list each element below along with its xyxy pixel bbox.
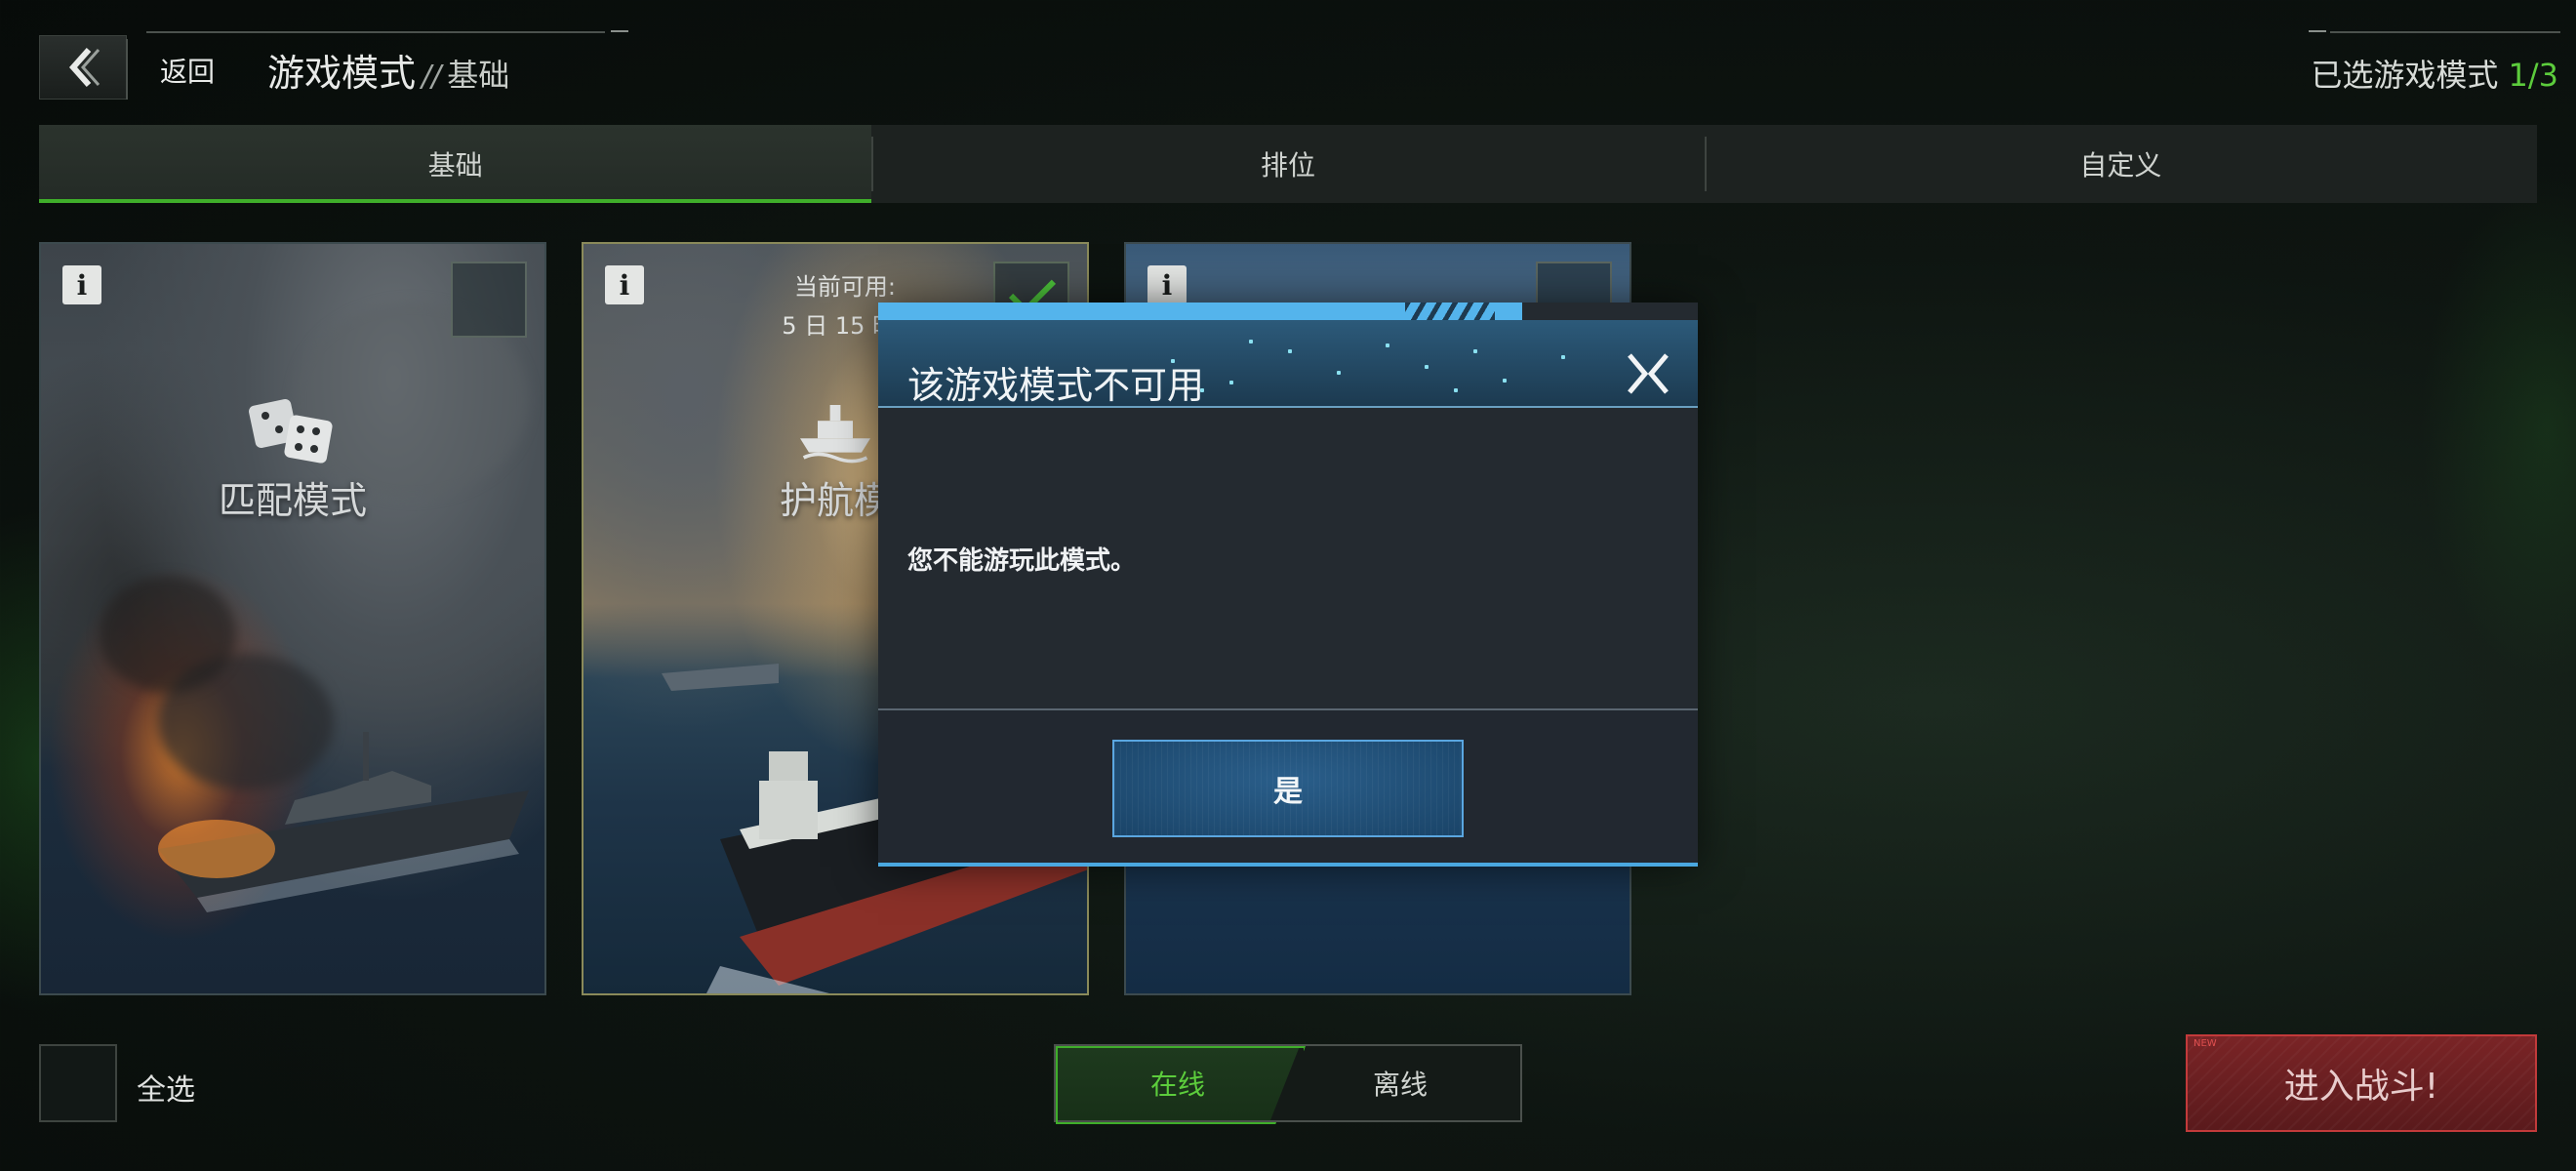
back-button[interactable] <box>39 35 127 100</box>
header-decor-tick <box>611 30 628 32</box>
dice-icon <box>249 399 333 464</box>
header-decor-line-right <box>2330 31 2560 33</box>
confirm-label: 是 <box>1273 775 1303 809</box>
tab-ranked[interactable]: 排位 <box>871 125 1704 203</box>
mode-checkbox[interactable] <box>451 262 527 338</box>
selected-modes-counter: 已选游戏模式 1/3 <box>2311 51 2558 96</box>
close-icon[interactable] <box>1624 349 1672 398</box>
warship-icon <box>800 405 870 464</box>
title-separator: // <box>422 60 442 94</box>
header-decor-line <box>146 31 605 33</box>
selected-modes-count: 1/3 <box>2508 57 2559 94</box>
offline-option[interactable]: 离线 <box>1280 1046 1520 1120</box>
info-icon[interactable]: i <box>605 265 644 304</box>
page-title-main: 游戏模式 <box>267 52 417 95</box>
enter-battle-button[interactable]: NEW 进入战斗! <box>2186 1034 2537 1132</box>
dialog-header: 该游戏模式不可用 <box>878 320 1698 408</box>
mode-tabs: 基础 排位 自定义 <box>39 125 2537 203</box>
info-icon[interactable]: i <box>1147 265 1187 304</box>
tab-basic[interactable]: 基础 <box>39 125 872 203</box>
back-divider <box>126 39 128 100</box>
enter-battle-label: 进入战斗! <box>2283 1067 2439 1107</box>
chevron-left-icon <box>68 48 101 87</box>
header-decor-tick-right <box>2309 30 2326 32</box>
dialog-title: 该游戏模式不可用 <box>907 364 1205 407</box>
online-offline-toggle: 在线 离线 <box>1054 1044 1522 1124</box>
page-subtitle: 基础 <box>447 57 510 94</box>
select-all-checkbox[interactable] <box>39 1044 117 1122</box>
mode-unavailable-dialog: 该游戏模式不可用 您不能游玩此模式。 是 <box>878 303 1698 867</box>
confirm-button[interactable]: 是 <box>1112 740 1464 837</box>
dialog-message: 您不能游玩此模式。 <box>907 546 1137 576</box>
tab-custom[interactable]: 自定义 <box>1704 125 2537 203</box>
dialog-stripes <box>1405 303 1495 320</box>
online-option[interactable]: 在线 <box>1056 1046 1300 1120</box>
mode-label: 匹配模式 <box>218 479 367 522</box>
info-icon[interactable]: i <box>62 265 101 304</box>
selected-modes-label: 已选游戏模式 <box>2311 57 2499 94</box>
back-label[interactable]: 返回 <box>160 51 215 90</box>
mode-card-match[interactable]: i 匹配模式 <box>39 242 546 995</box>
availability-label: 当前可用: <box>793 273 896 301</box>
battle-tag: NEW <box>2194 1038 2217 1049</box>
destroyer-illustration <box>158 732 529 912</box>
page-title: 游戏模式//基础 <box>267 43 509 97</box>
select-all-label[interactable]: 全选 <box>137 1066 195 1109</box>
